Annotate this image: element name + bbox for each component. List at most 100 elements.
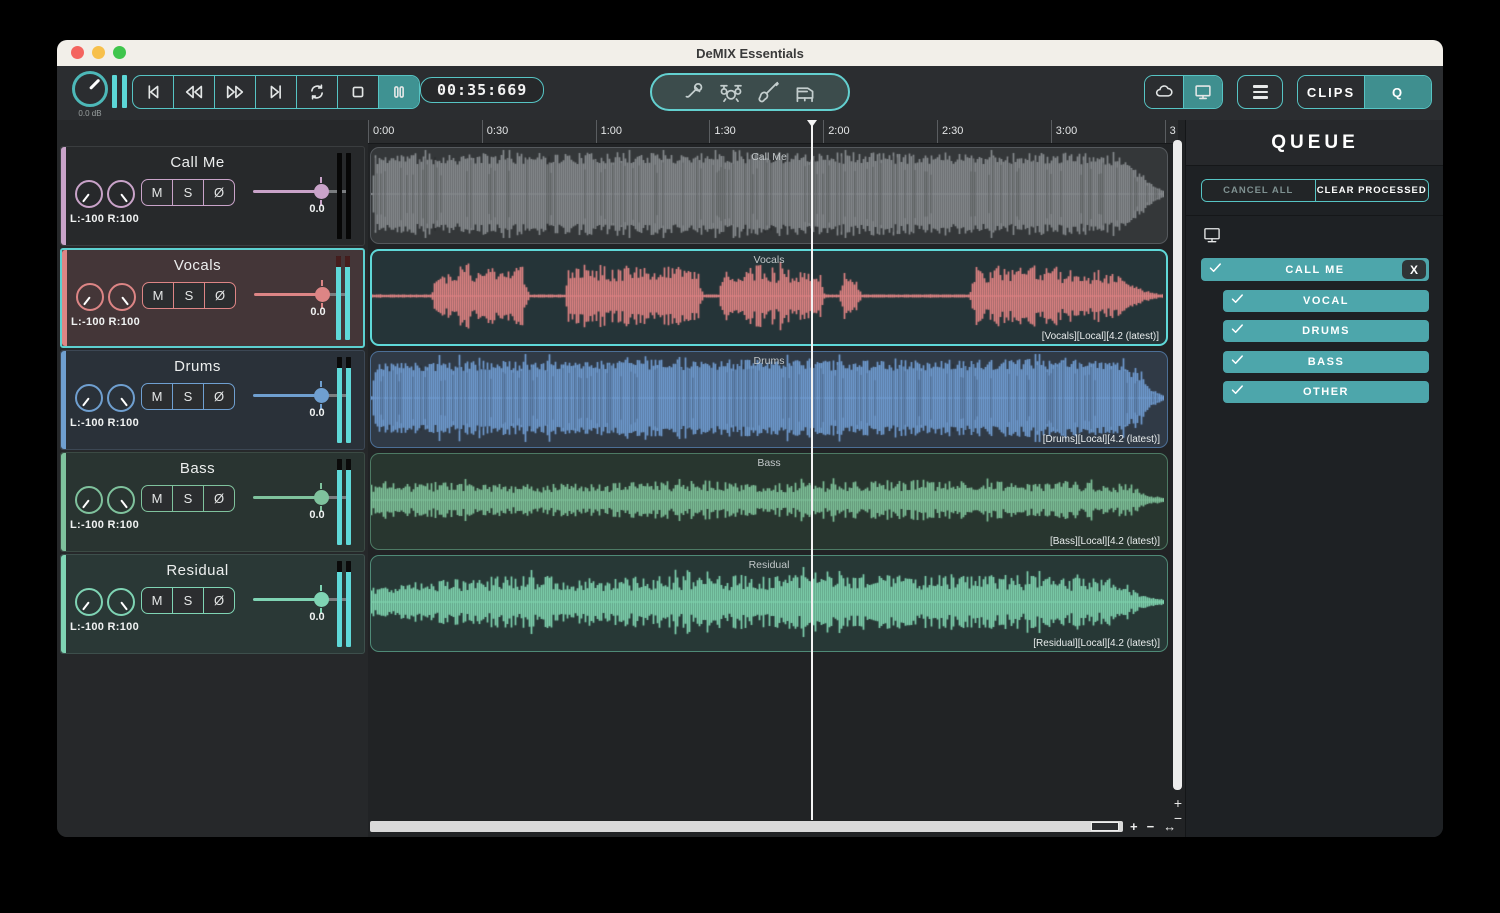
queue-stem-bass[interactable]: BASS	[1223, 350, 1429, 373]
pan-left-knob[interactable]	[75, 384, 103, 412]
track-name: Residual	[166, 562, 229, 579]
maximize-window-button[interactable]	[113, 46, 126, 59]
track-header-residual[interactable]: Residual M S Ø L:-100 R:100 0.0	[60, 554, 365, 654]
timeline-area: 0:00 0:30 1:00 1:30 2:00 2:30 3:00 3 Cal…	[368, 120, 1185, 837]
pause-icon	[394, 86, 404, 98]
close-window-button[interactable]	[71, 46, 84, 59]
toolbar: 0.0 dB 00:35:669 CLIPS Q	[57, 66, 1443, 121]
level-meters	[337, 459, 351, 545]
pan-left-knob[interactable]	[75, 486, 103, 514]
playhead[interactable]	[806, 120, 817, 820]
track-buttons: M S Ø	[141, 179, 235, 206]
clips-queue-toggle: CLIPS Q	[1297, 75, 1432, 109]
pan-right-knob[interactable]	[107, 588, 135, 616]
volume-slider-thumb[interactable]	[313, 483, 329, 512]
track-name: Drums	[174, 358, 221, 375]
master-gain-knob[interactable]	[72, 71, 108, 107]
menu-icon	[1252, 85, 1268, 88]
pan-left-knob[interactable]	[76, 283, 104, 311]
zoom-out-button[interactable]: −	[1147, 820, 1155, 833]
skip-start-button[interactable]	[133, 76, 174, 108]
volume-slider-thumb[interactable]	[314, 280, 330, 309]
mute-button[interactable]: M	[142, 486, 173, 511]
zoom-in-button[interactable]: +	[1130, 820, 1138, 833]
minimize-window-button[interactable]	[92, 46, 105, 59]
time-display[interactable]: 00:35:669	[420, 77, 545, 103]
clear-processed-button[interactable]: CLEAR PROCESSED	[1315, 180, 1428, 201]
track-name: Call Me	[170, 154, 225, 171]
phase-button[interactable]: Ø	[204, 588, 234, 613]
volume-slider-thumb[interactable]	[313, 177, 329, 206]
pan-right-knob[interactable]	[107, 180, 135, 208]
vertical-zoom-in-button[interactable]: +	[1170, 796, 1185, 811]
queue-header: QUEUE	[1186, 120, 1443, 166]
mute-button[interactable]: M	[142, 180, 173, 205]
volume-slider-thumb[interactable]	[313, 585, 329, 614]
instrument-selector[interactable]	[650, 73, 850, 111]
clip-call-me[interactable]: Call Me	[370, 147, 1168, 244]
local-button[interactable]	[1183, 76, 1222, 108]
fast-forward-button[interactable]	[215, 76, 256, 108]
track-name: Bass	[179, 460, 216, 477]
solo-button[interactable]: S	[174, 283, 205, 308]
timeline-ruler[interactable]: 0:00 0:30 1:00 1:30 2:00 2:30 3:00 3	[368, 120, 1178, 144]
queue-stem-drums[interactable]: DRUMS	[1223, 320, 1429, 342]
cloud-button[interactable]	[1145, 76, 1183, 108]
zoom-fit-button[interactable]: ↔	[1163, 820, 1176, 833]
clip-vocals[interactable]: Vocals [Vocals][Local][4.2 (latest)]	[370, 249, 1168, 346]
phase-button[interactable]: Ø	[204, 486, 234, 511]
clips-tab[interactable]: CLIPS	[1298, 76, 1364, 108]
queue-tab-label: Q	[1391, 84, 1405, 100]
mute-button[interactable]: M	[142, 588, 173, 613]
horizontal-scrollbar[interactable]	[370, 821, 1123, 832]
source-toggle	[1144, 75, 1223, 109]
master-gain: 0.0 dB	[68, 71, 112, 118]
volume-slider[interactable]	[253, 483, 349, 512]
queue-tab[interactable]: Q	[1364, 76, 1431, 108]
skip-end-button[interactable]	[256, 76, 297, 108]
rewind-icon	[185, 85, 203, 99]
pan-range-label: L:-100 R:100	[71, 316, 141, 328]
scroll-range-indicator	[1091, 822, 1119, 831]
phase-button[interactable]: Ø	[205, 283, 235, 308]
cancel-all-button[interactable]: CANCEL ALL	[1202, 180, 1316, 201]
clip-drums[interactable]: Drums [Drums][Local][4.2 (latest)]	[370, 351, 1168, 448]
mute-button[interactable]: M	[142, 384, 173, 409]
queue-job-call-me[interactable]: CALL ME X	[1201, 258, 1429, 281]
solo-button[interactable]: S	[173, 486, 204, 511]
track-header-vocals[interactable]: Vocals M S Ø L:-100 R:100 0.0	[60, 248, 365, 348]
remove-job-button[interactable]: X	[1402, 260, 1426, 279]
vertical-scrollbar[interactable]	[1173, 140, 1182, 790]
solo-button[interactable]: S	[173, 384, 204, 409]
screen: DeMIX Essentials 0.0 dB 00:35:669 CLIPS …	[0, 0, 1500, 913]
mute-button[interactable]: M	[143, 283, 174, 308]
clip-version-label: [Vocals][Local][4.2 (latest)]	[1041, 331, 1159, 342]
queue-stem-other[interactable]: OTHER	[1223, 381, 1429, 403]
pause-button[interactable]	[379, 76, 419, 108]
pan-left-knob[interactable]	[75, 588, 103, 616]
solo-button[interactable]: S	[173, 588, 204, 613]
piano-icon	[796, 87, 814, 103]
volume-slider[interactable]	[253, 381, 349, 410]
menu-button[interactable]	[1237, 75, 1283, 109]
pan-right-knob[interactable]	[107, 486, 135, 514]
master-gain-label: 0.0 dB	[78, 109, 102, 118]
queue-stem-vocal[interactable]: VOCAL	[1223, 289, 1429, 312]
volume-slider-thumb[interactable]	[313, 381, 329, 410]
loop-button[interactable]	[297, 76, 338, 108]
solo-button[interactable]: S	[173, 180, 204, 205]
pan-right-knob[interactable]	[107, 384, 135, 412]
track-header-drums[interactable]: Drums M S Ø L:-100 R:100 0.0	[60, 350, 365, 450]
track-header-call-me[interactable]: Call Me M S Ø L:-100 R:100 0.0	[60, 146, 365, 246]
pan-right-knob[interactable]	[108, 283, 136, 311]
stop-button[interactable]	[338, 76, 379, 108]
rewind-button[interactable]	[174, 76, 215, 108]
pan-left-knob[interactable]	[75, 180, 103, 208]
clip-bass[interactable]: Bass [Bass][Local][4.2 (latest)]	[370, 453, 1168, 550]
volume-slider[interactable]	[253, 585, 349, 614]
phase-button[interactable]: Ø	[204, 180, 234, 205]
track-header-bass[interactable]: Bass M S Ø L:-100 R:100 0.0	[60, 452, 365, 552]
clip-residual[interactable]: Residual [Residual][Local][4.2 (latest)]	[370, 555, 1168, 652]
volume-slider[interactable]	[253, 177, 349, 206]
phase-button[interactable]: Ø	[204, 384, 234, 409]
